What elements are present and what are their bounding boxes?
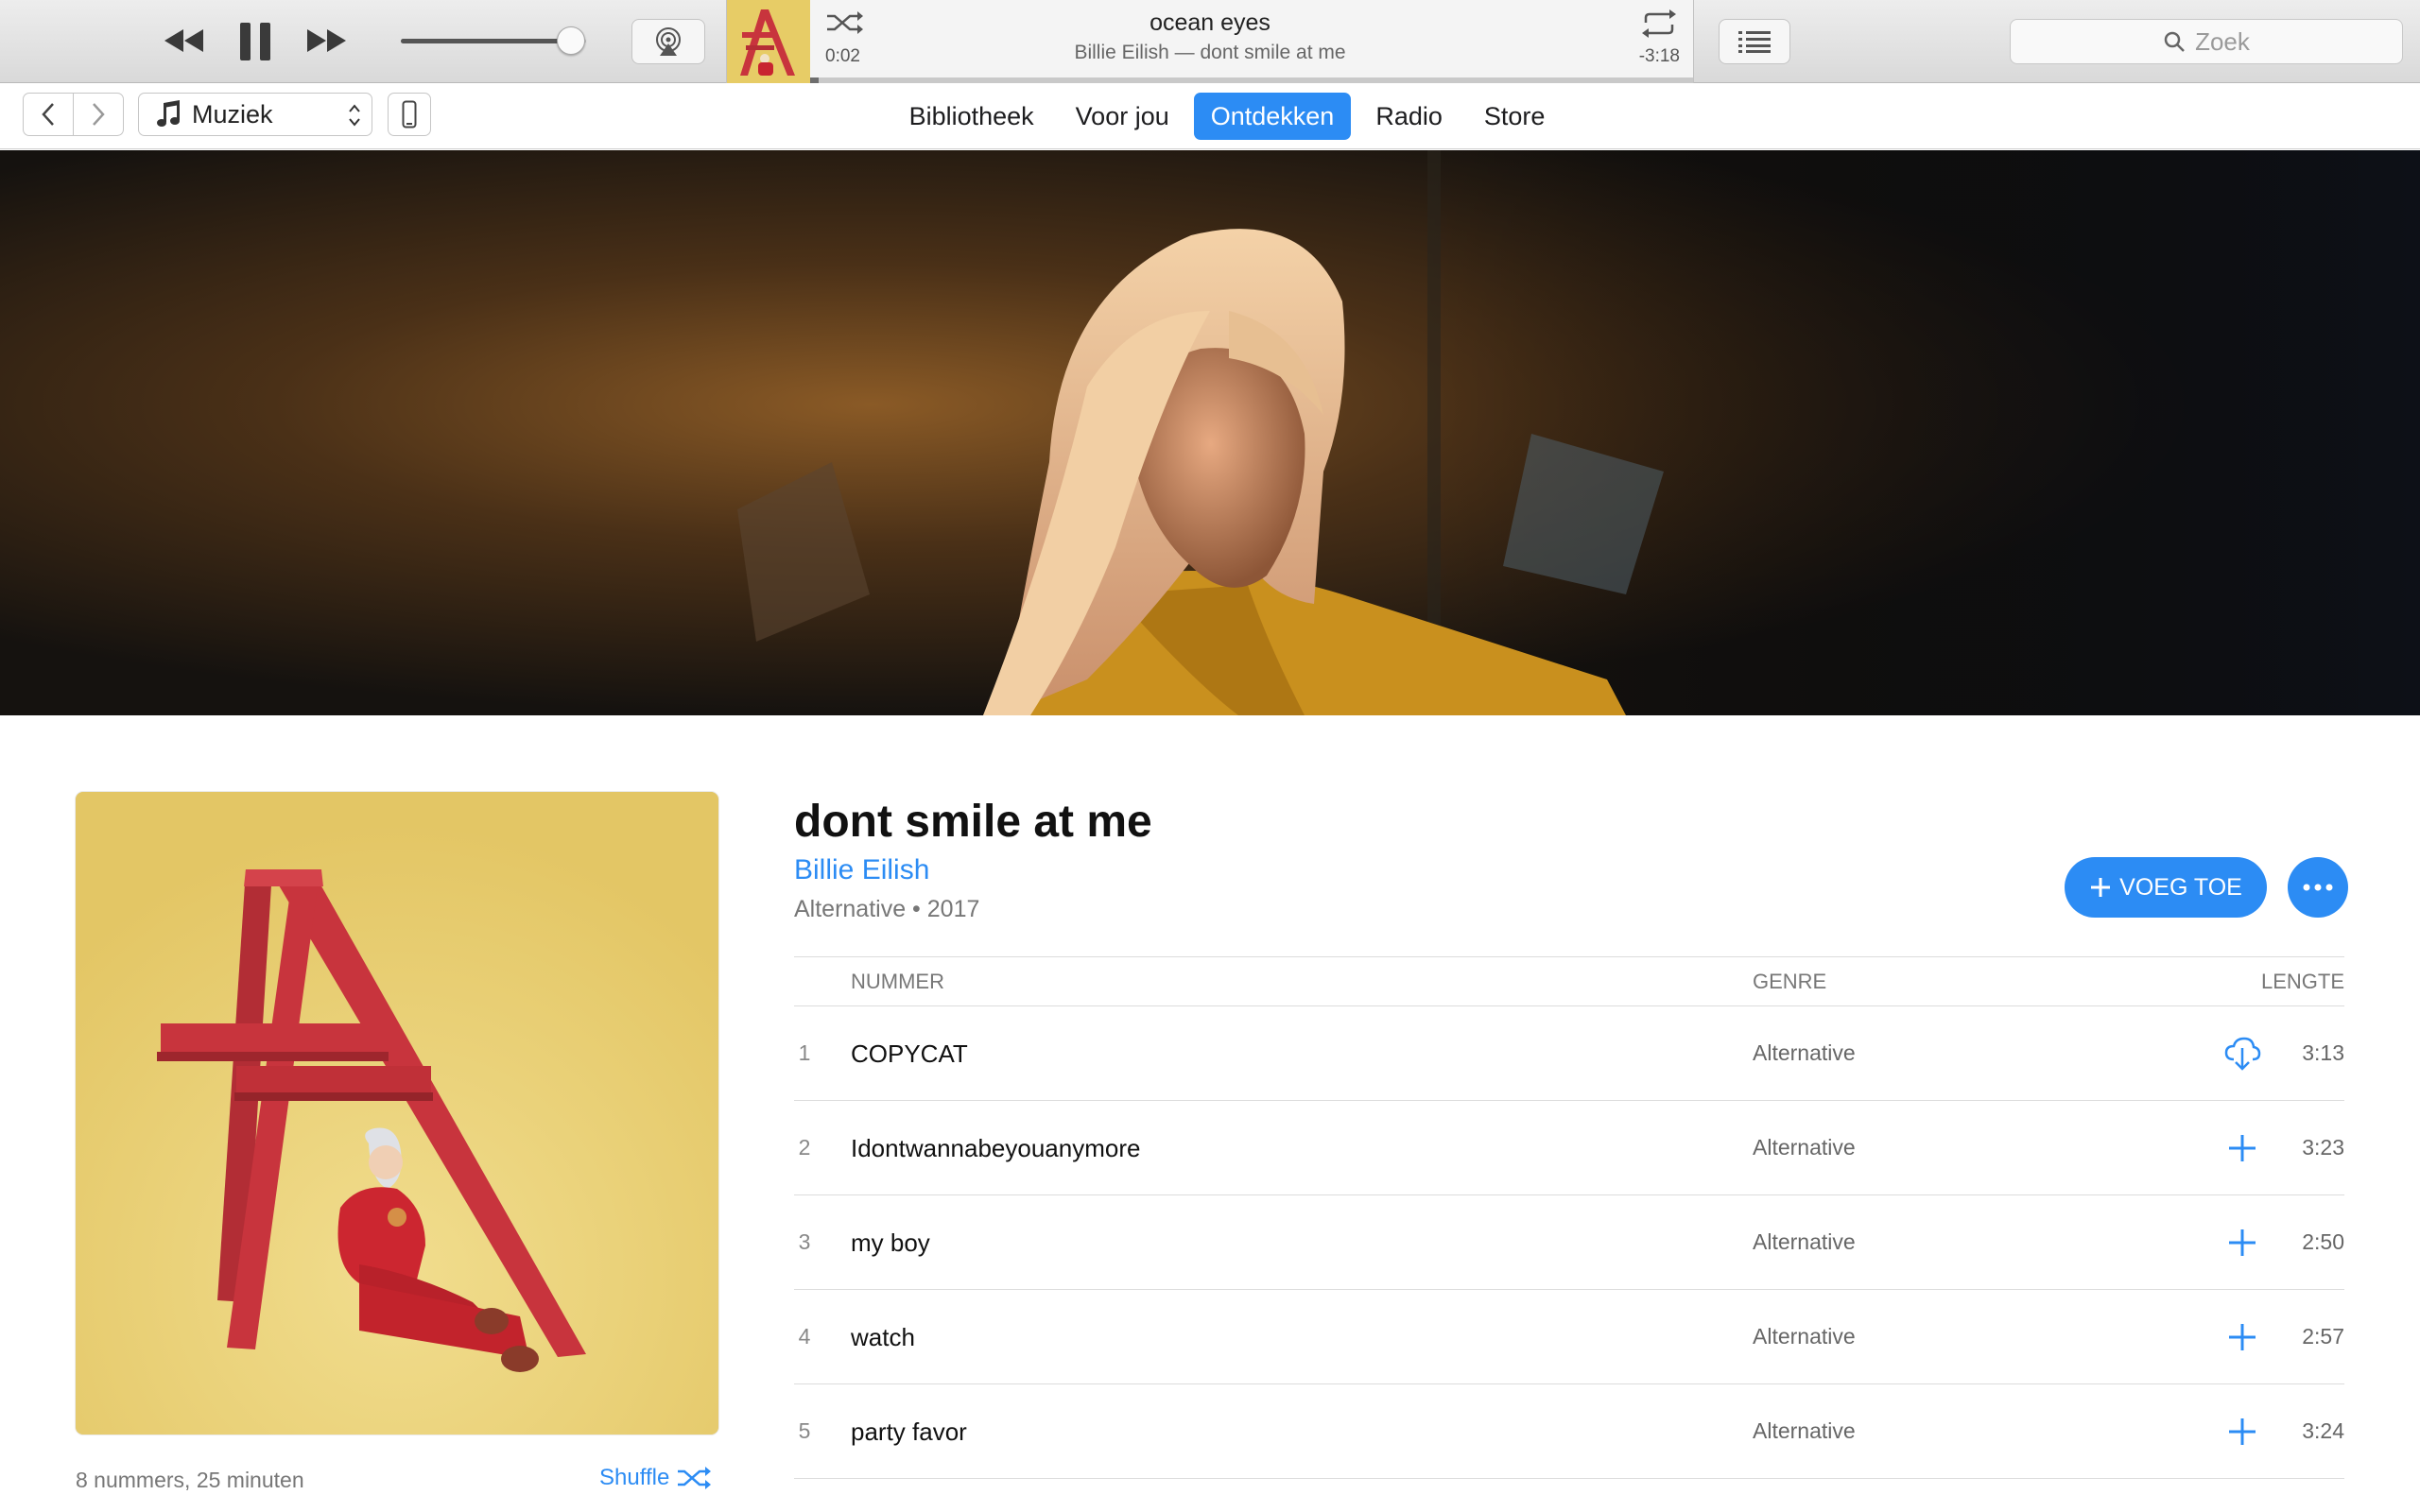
column-header-length[interactable]: LENGTE	[2261, 970, 2344, 994]
search-icon	[2164, 31, 2185, 52]
track-list-header: NUMMER GENRE LENGTE	[794, 956, 2344, 1006]
track-row[interactable]: 3 my boy Alternative 2:50	[794, 1195, 2344, 1290]
album-artwork-thumbnail	[727, 0, 810, 83]
track-length: 2:57	[2302, 1324, 2344, 1349]
shuffle-icon	[678, 1467, 712, 1489]
download-track-button[interactable]	[2223, 1035, 2261, 1073]
now-playing-title: ocean eyes	[1150, 9, 1270, 36]
plus-icon	[2229, 1229, 2256, 1256]
column-header-genre[interactable]: GENRE	[1753, 970, 1826, 994]
track-genre: Alternative	[1753, 1418, 1856, 1443]
track-number: 1	[798, 1040, 811, 1065]
track-genre: Alternative	[1753, 1229, 1856, 1254]
plus-icon	[2229, 1418, 2256, 1445]
add-track-button[interactable]	[2223, 1413, 2261, 1451]
pause-button[interactable]	[236, 19, 274, 64]
shuffle-label: Shuffle	[599, 1465, 670, 1490]
track-rows: 1 COPYCAT Alternative 3:13 2 Idontwannabeyoua…	[794, 1006, 2344, 1479]
track-genre: Alternative	[1753, 1040, 1856, 1065]
track-length: 3:13	[2302, 1040, 2344, 1065]
track-number: 4	[798, 1324, 811, 1349]
airplay-button[interactable]	[631, 19, 705, 64]
volume-slider[interactable]	[401, 26, 586, 55]
tab-store[interactable]: Store	[1467, 93, 1563, 140]
shuffle-toggle[interactable]	[823, 8, 865, 38]
next-track-button[interactable]	[302, 21, 352, 60]
track-number: 2	[798, 1135, 811, 1160]
track-genre: Alternative	[1753, 1324, 1856, 1349]
fast-forward-icon	[307, 29, 346, 52]
more-options-button[interactable]	[2288, 857, 2348, 918]
artist-link[interactable]: Billie Eilish	[794, 854, 929, 886]
album-cover-image	[76, 792, 718, 1435]
remaining-time: -3:18	[1638, 46, 1680, 66]
up-next-button[interactable]	[1719, 19, 1790, 64]
add-track-button[interactable]	[2223, 1318, 2261, 1356]
volume-knob[interactable]	[557, 26, 586, 55]
now-playing-display: 0:02 ocean eyes Billie Eilish — dont smi…	[726, 0, 1694, 83]
track-title: my boy	[851, 1228, 930, 1257]
album-summary: 8 nummers, 25 minuten	[76, 1468, 304, 1492]
add-to-library-button[interactable]: VOEG TOE	[2065, 857, 2267, 918]
add-track-button[interactable]	[2223, 1224, 2261, 1262]
navigation-bar: Muziek Bibliotheek Voor jou Ontdekken Ra…	[0, 83, 2420, 149]
add-button-label: VOEG TOE	[2119, 873, 2242, 901]
tab-for-you[interactable]: Voor jou	[1059, 93, 1186, 140]
list-icon	[1738, 31, 1771, 53]
previous-track-button[interactable]	[159, 21, 208, 60]
volume-level	[401, 39, 572, 43]
track-length: 3:23	[2302, 1135, 2344, 1160]
track-length: 3:24	[2302, 1418, 2344, 1443]
ellipsis-icon	[2303, 884, 2333, 891]
track-length: 2:50	[2302, 1229, 2344, 1254]
column-header-title[interactable]: NUMMER	[851, 970, 944, 994]
plus-icon	[2091, 878, 2111, 897]
track-genre: Alternative	[1753, 1135, 1856, 1160]
album-title: dont smile at me	[794, 797, 1152, 847]
repeat-toggle[interactable]	[1638, 8, 1680, 40]
airplay-icon	[656, 27, 681, 56]
track-list: NUMMER GENRE LENGTE 1 COPYCAT Alternative 3…	[794, 956, 2344, 1479]
artist-hero-image	[0, 150, 2420, 715]
now-playing-artwork[interactable]	[727, 0, 810, 83]
track-title: Idontwannabeyouanymore	[851, 1134, 1141, 1162]
elapsed-time: 0:02	[825, 46, 860, 66]
track-title: watch	[851, 1323, 915, 1351]
download-icon	[2224, 1037, 2261, 1071]
track-number: 3	[798, 1229, 811, 1254]
album-genre-year: Alternative • 2017	[794, 896, 980, 922]
track-row[interactable]: 1 COPYCAT Alternative 3:13	[794, 1006, 2344, 1101]
track-row[interactable]: 4 watch Alternative 2:57	[794, 1290, 2344, 1384]
album-artwork[interactable]	[76, 792, 718, 1435]
plus-icon	[2229, 1324, 2256, 1350]
add-track-button[interactable]	[2223, 1129, 2261, 1167]
section-tabs: Bibliotheek Voor jou Ontdekken Radio Sto…	[0, 93, 2420, 140]
tab-library[interactable]: Bibliotheek	[892, 93, 1051, 140]
shuffle-album-link[interactable]: Shuffle	[599, 1465, 712, 1491]
tab-browse[interactable]: Ontdekken	[1193, 93, 1352, 140]
plus-icon	[2229, 1135, 2256, 1161]
track-title: party favor	[851, 1418, 967, 1446]
rewind-icon	[164, 29, 203, 52]
tab-radio[interactable]: Radio	[1358, 93, 1460, 140]
player-toolbar: 0:02 ocean eyes Billie Eilish — dont smi…	[0, 0, 2420, 83]
pause-icon	[240, 23, 270, 60]
artist-photo	[0, 150, 2420, 715]
now-playing-subtitle: Billie Eilish — dont smile at me	[1074, 42, 1346, 63]
track-row[interactable]: 5 party favor Alternative 3:24	[794, 1384, 2344, 1479]
track-number: 5	[798, 1418, 811, 1443]
repeat-icon	[1642, 9, 1676, 38]
track-row[interactable]: 2 Idontwannabeyouanymore Alternative 3:23	[794, 1101, 2344, 1195]
track-title: COPYCAT	[851, 1040, 968, 1068]
shuffle-icon	[827, 11, 863, 34]
search-placeholder: Zoek	[2195, 26, 2250, 56]
search-field[interactable]: Zoek	[2010, 19, 2403, 64]
